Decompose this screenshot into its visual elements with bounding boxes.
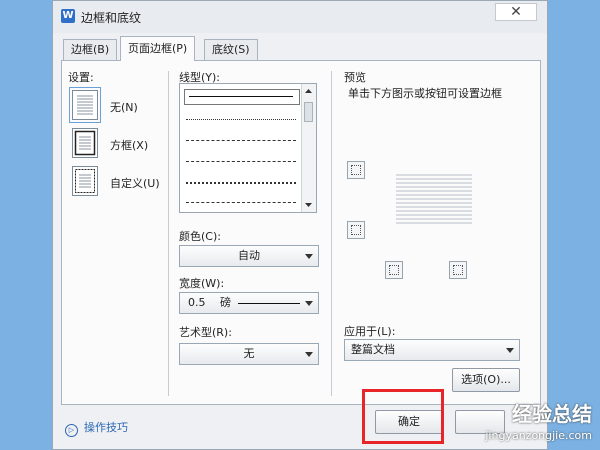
border-top-button[interactable] [347,161,365,179]
border-bottom-button[interactable] [347,221,365,239]
width-value: 0.5 [188,296,206,309]
art-dropdown[interactable]: 无 [179,343,319,365]
chevron-down-icon [305,254,313,259]
watermark-title: 经验总结 [512,402,592,426]
scroll-up-icon[interactable] [302,86,315,96]
line-style-option[interactable] [186,182,296,184]
art-label: 艺术型(R): [179,326,232,339]
chevron-down-icon [305,352,313,357]
divider [331,71,332,396]
play-circle-icon: ▷ [65,424,78,437]
options-button[interactable]: 选项(O)... [452,368,520,392]
art-value: 无 [243,347,255,360]
tab-borders[interactable]: 边框(B) [63,39,118,60]
apply-to-label: 应用于(L): [344,325,396,338]
preview-hint: 单击下方图示或按钮可设置边框 [348,87,502,100]
border-right-button[interactable] [449,261,467,279]
apply-to-value: 整篇文档 [351,343,395,356]
border-left-button[interactable] [385,261,403,279]
width-line-sample [238,303,300,304]
close-button[interactable]: ✕ [495,3,537,21]
apply-to-dropdown[interactable]: 整篇文档 [344,339,520,361]
tab-page-border[interactable]: 页面边框(P) [120,36,196,61]
setting-none-icon[interactable] [69,87,101,123]
line-style-scrollbar[interactable] [301,84,316,212]
line-style-list[interactable] [179,83,317,213]
line-style-option[interactable] [186,161,296,162]
setting-box-icon[interactable] [72,128,98,158]
operation-tips-link[interactable]: ▷ 操作技巧 [65,419,128,437]
scroll-down-icon[interactable] [302,200,315,210]
chevron-down-icon [506,348,514,353]
title-bar: W 边框和底纹 ✕ [53,1,547,33]
dialog-title: 边框和底纹 [81,11,142,25]
settings-label: 设置: [68,71,94,84]
tab-shading[interactable]: 底纹(S) [204,39,258,60]
width-label: 宽度(W): [179,277,225,290]
divider [168,71,169,396]
page-border-panel: 设置: 无(N) 方框(X) 自定义(U) 线型(Y): 颜色(C): 自动 宽… [61,60,541,405]
setting-custom-label[interactable]: 自定义(U) [110,175,160,191]
watermark-url: jingyanzongjie.com [485,429,592,442]
width-unit: 磅 [220,296,231,309]
line-style-option[interactable] [184,89,300,105]
wps-writer-icon: W [61,9,75,23]
width-dropdown[interactable]: 0.5 磅 [179,292,319,314]
borders-shading-dialog: W 边框和底纹 ✕ 边框(B) 页面边框(P) 底纹(S) 设置: 无(N) 方… [52,0,548,450]
chevron-down-icon [305,301,313,306]
preview-label: 预览 [344,71,366,84]
color-dropdown[interactable]: 自动 [179,245,319,267]
preview-page[interactable] [396,173,476,227]
line-style-option[interactable] [186,140,296,141]
setting-custom-icon[interactable] [72,166,98,196]
setting-none-label[interactable]: 无(N) [110,99,138,115]
line-style-option[interactable] [186,119,296,120]
tips-label: 操作技巧 [84,421,128,434]
color-value: 自动 [238,249,260,262]
watermark: 经验总结 jingyanzongjie.com [485,398,592,442]
scrollbar-thumb[interactable] [304,102,313,122]
setting-box-label[interactable]: 方框(X) [110,137,148,153]
color-label: 颜色(C): [179,230,221,243]
ok-button-highlight [362,389,444,444]
line-style-option[interactable] [186,202,296,203]
